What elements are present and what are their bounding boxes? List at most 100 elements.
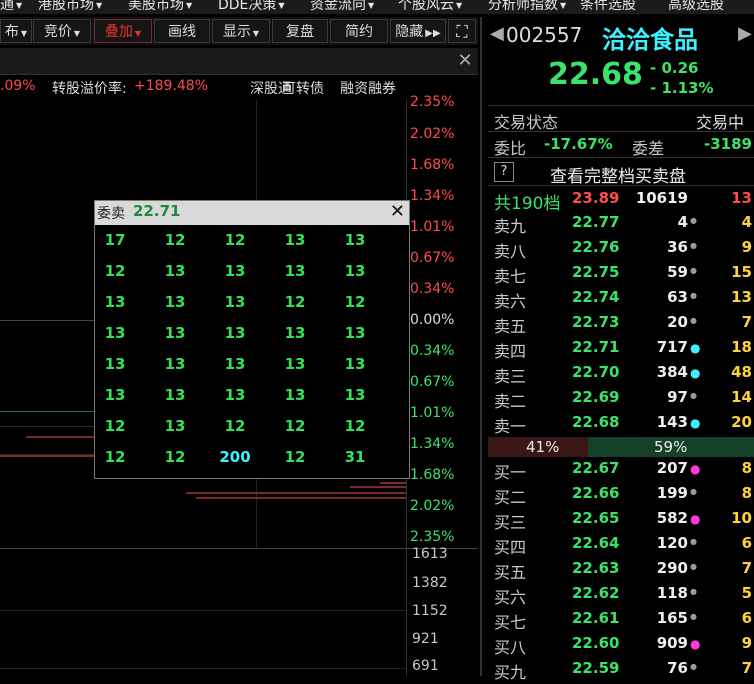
next-stock-icon[interactable]: ▶ <box>738 23 752 44</box>
level-dot-icon: ● <box>690 266 697 275</box>
queue-cell: 13 <box>344 231 366 249</box>
total-levels-label: 共190档 <box>494 194 561 214</box>
full-book-link[interactable]: 查看完整档买卖盘 <box>550 162 686 187</box>
depth-bar <box>350 486 406 488</box>
toolbar-button-hide[interactable]: 隐藏 ▶▶ <box>390 19 446 43</box>
axis-label-pct: 1.68% <box>410 157 455 173</box>
last-price: 22.68 <box>548 57 643 92</box>
sell-ratio-bar: 41% <box>488 437 588 457</box>
sell-level-change: 9 <box>741 238 752 256</box>
fullscreen-button[interactable]: ⛶ <box>448 19 476 43</box>
level-dot-icon: ● <box>690 241 697 250</box>
status-value: 交易中 <box>696 113 745 132</box>
depth-bar <box>196 497 406 499</box>
menu-item-condition[interactable]: 条件选股 <box>580 0 636 14</box>
toolbar-button-overlay[interactable]: 叠加 ▼ <box>94 19 152 43</box>
buy-ratio: 59% <box>654 438 688 456</box>
close-icon[interactable]: ✕ <box>390 201 405 222</box>
level-dot-icon: ● <box>690 341 701 355</box>
dropdown-arrow-icon: ▼ <box>456 0 463 10</box>
toolbar-button-partial[interactable]: 布 ▼ <box>0 19 32 43</box>
toolbar-button-replay[interactable]: 复盘 <box>272 19 328 43</box>
axis-label-pct: 1.01% <box>410 405 455 421</box>
sell-level-volume: 384 <box>656 363 688 381</box>
price-change-pct: - 1.13% <box>650 79 714 97</box>
buy-level-label: 买三 <box>494 513 527 532</box>
sell-level-change: 7 <box>741 313 752 331</box>
level-dot-icon: ● <box>690 537 697 546</box>
axis-label-pct: 0.00% <box>410 312 455 328</box>
axis-label-pct: 1.34% <box>410 436 455 452</box>
sell-level-change: 14 <box>731 388 752 406</box>
sell-level-volume: 97 <box>667 388 688 406</box>
queue-cell: 12 <box>104 262 126 280</box>
buy-level-label: 买九 <box>494 663 527 682</box>
double-arrow-icon: ▶▶ <box>425 28 441 39</box>
toolbar-button-draw[interactable]: 画线 <box>154 19 210 43</box>
level-dot-icon: ● <box>690 487 697 496</box>
buy-level-label: 买一 <box>494 463 527 482</box>
webi-label: 委比 <box>494 139 527 158</box>
queue-cell: 13 <box>344 262 366 280</box>
grid-line <box>0 668 406 669</box>
menu-item-0[interactable]: 通 ▼ <box>0 0 22 14</box>
depth-bar <box>26 436 96 438</box>
premium-value: +189.48% <box>134 78 209 94</box>
toolbar-button-simple[interactable]: 简约 <box>330 19 388 43</box>
buy-level-change: 9 <box>741 634 752 652</box>
level-dot-icon: ● <box>690 637 701 651</box>
queue-cell: 12 <box>164 448 186 466</box>
queue-cell: 12 <box>224 231 246 249</box>
buy-level-label: 买二 <box>494 488 527 507</box>
stock-code: 002557 <box>506 23 583 47</box>
queue-cell: 13 <box>104 324 126 342</box>
prev-stock-icon[interactable]: ◀ <box>490 23 504 44</box>
toolbar-button-display[interactable]: 显示 ▼ <box>212 19 270 43</box>
menu-item-flow[interactable]: 资金流向 ▼ <box>310 0 374 14</box>
top-menu-bar: 通 ▼ 港股市场 ▼ 美股市场 ▼ DDE决策 ▼ 资金流向 ▼ 个股风云 ▼ 分析师指数 ▼… <box>0 0 754 14</box>
queue-cell: 13 <box>284 386 306 404</box>
menu-item-us[interactable]: 美股市场 ▼ <box>128 0 192 14</box>
axis-label-pct: 0.34% <box>410 343 455 359</box>
sell-level-volume: 20 <box>667 313 688 331</box>
level-dot-icon: ● <box>690 562 697 571</box>
sell-level-volume: 63 <box>667 288 688 306</box>
sell-level-label: 卖二 <box>494 392 527 411</box>
axis-label-volume: 921 <box>412 631 439 647</box>
level-dot-icon: ● <box>690 316 697 325</box>
buy-level-volume: 199 <box>656 484 688 502</box>
buy-level-volume: 118 <box>656 584 688 602</box>
quote-panel: ◀ 002557 洽洽食品 ▶ 22.68 - 0.26 - 1.13% 交易状… <box>480 17 754 682</box>
queue-cell: 13 <box>344 355 366 373</box>
popup-header[interactable]: 委卖 22.71 ✕ <box>95 201 409 225</box>
queue-cell: 13 <box>284 324 306 342</box>
queue-cell: 13 <box>164 386 186 404</box>
buy-level-label: 买八 <box>494 638 527 657</box>
fullscreen-icon: ⛶ <box>456 22 468 41</box>
order-queue-popup: 委卖 22.71 ✕ 17 12 12 13 13 12 13 13 13 13 13 13 13 12 1… <box>94 200 410 479</box>
dropdown-arrow-icon: ▼ <box>134 29 142 38</box>
axis-label-pct: 0.67% <box>410 374 455 390</box>
buy-level-volume: 165 <box>656 609 688 627</box>
status-label: 交易状态 <box>494 113 559 132</box>
sell-level-change: 13 <box>731 288 752 306</box>
sell-level-volume: 717 <box>656 338 688 356</box>
queue-cell: 12 <box>284 293 306 311</box>
axis-label-pct: 1.68% <box>410 467 455 483</box>
link-convertible[interactable]: 可转债 <box>282 78 324 98</box>
dropdown-arrow-icon: ▼ <box>560 0 567 10</box>
menu-item-analyst[interactable]: 分析师指数 ▼ <box>488 0 566 14</box>
menu-item-dde[interactable]: DDE决策 ▼ <box>218 0 285 14</box>
menu-item-hk[interactable]: 港股市场 ▼ <box>38 0 102 14</box>
popup-grid: 17 12 12 13 13 12 13 13 13 13 13 13 13 12 12 13 13 13 13 13… <box>95 225 409 478</box>
queue-cell: 13 <box>344 386 366 404</box>
menu-item-advanced[interactable]: 高级选股 <box>668 0 724 14</box>
menu-item-stock[interactable]: 个股风云 ▼ <box>398 0 462 14</box>
queue-cell: 13 <box>164 262 186 280</box>
toolbar-button-auction[interactable]: 竞价 ▼ <box>33 19 91 43</box>
close-icon[interactable]: ✕ <box>452 50 478 72</box>
weicha-label: 委差 <box>632 139 665 158</box>
link-margin[interactable]: 融资融券 <box>340 78 396 98</box>
dropdown-arrow-icon: ▼ <box>252 29 260 38</box>
help-icon[interactable]: ? <box>494 162 514 182</box>
